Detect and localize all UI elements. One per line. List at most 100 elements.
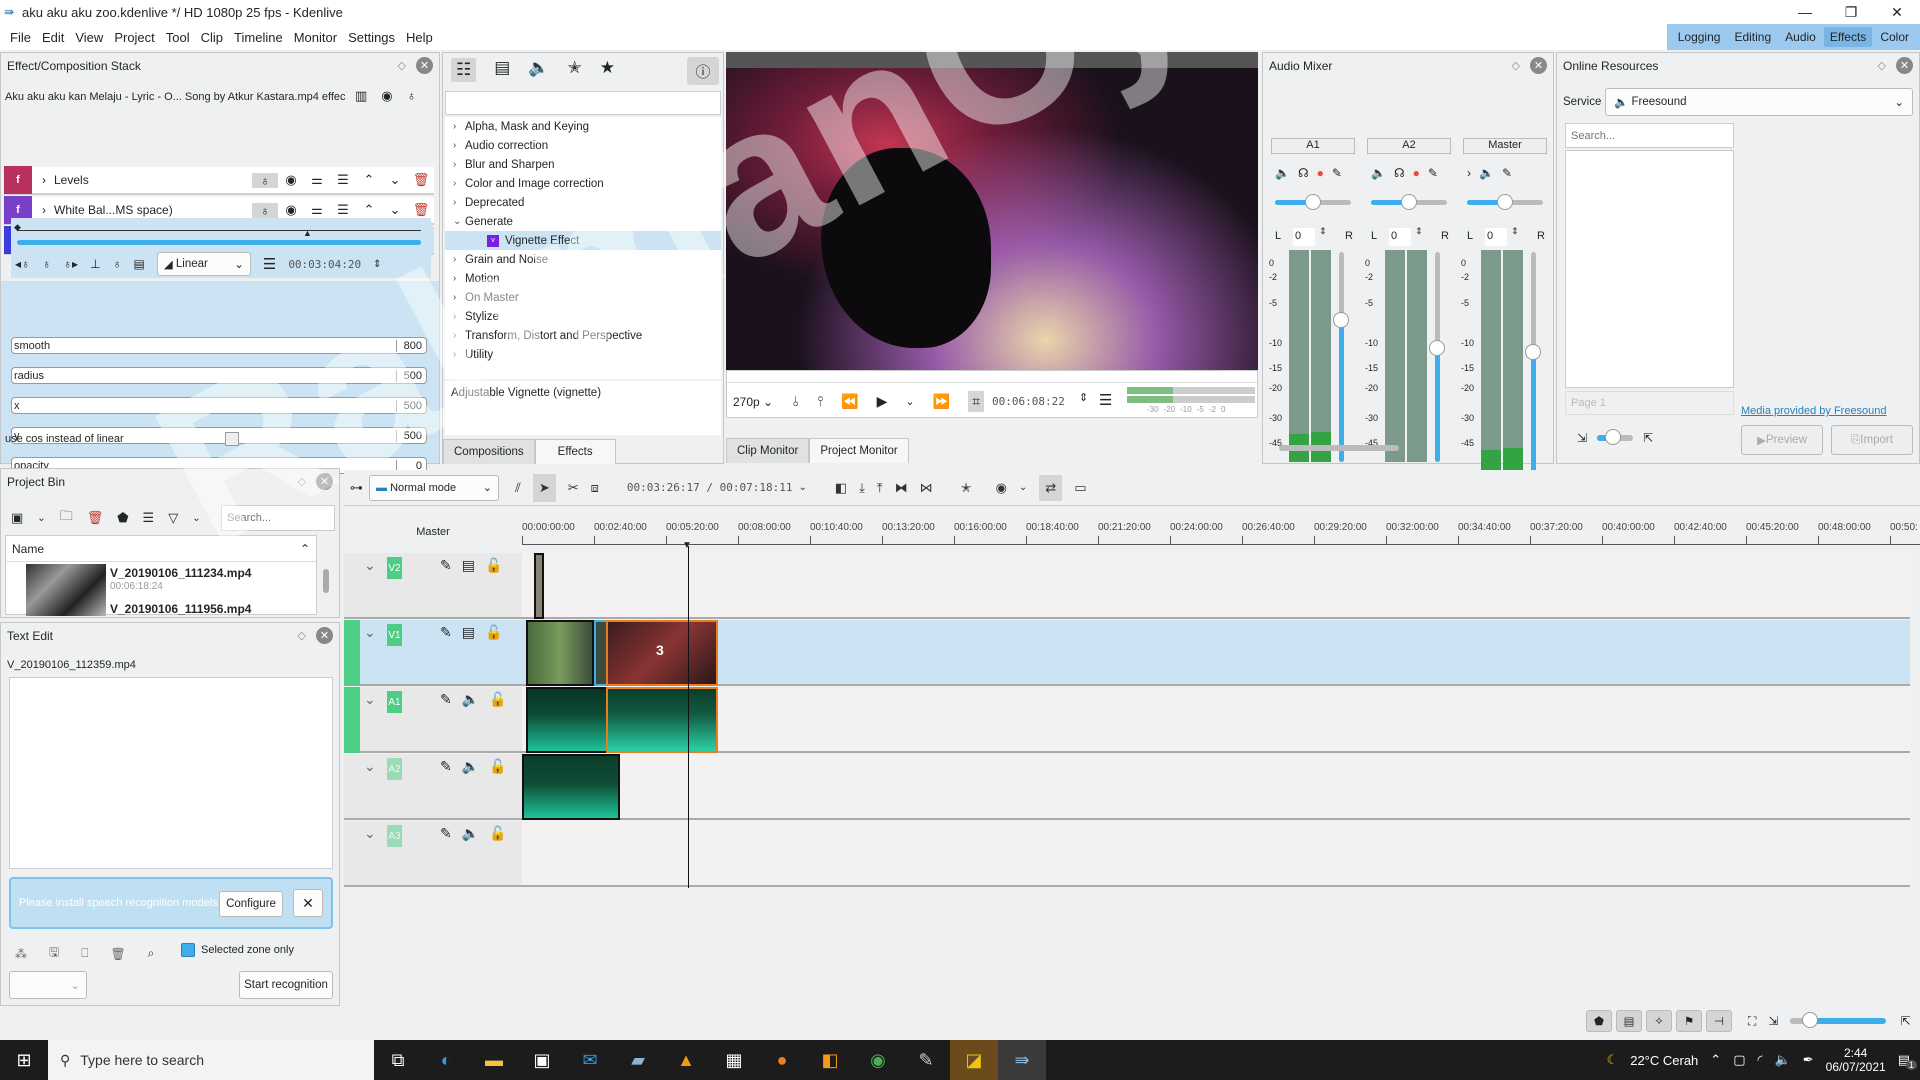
freesound-link[interactable]: Media provided by Freesound xyxy=(1741,405,1887,417)
chevron-right-icon[interactable]: › xyxy=(42,203,46,217)
hide-track-icon[interactable]: ▤ xyxy=(462,557,475,574)
param-slider-radius[interactable]: radius 500 xyxy=(11,367,427,384)
spacer-tool-icon[interactable]: ⧈ xyxy=(591,480,599,496)
model-select[interactable]: ⌄ xyxy=(9,971,87,999)
keyframe-toggle-icon[interactable]: ♁ xyxy=(252,172,278,188)
play-icon[interactable]: ▶ xyxy=(877,393,888,410)
kdenlive-taskbar-icon[interactable]: ⇛ xyxy=(998,1040,1046,1080)
lock-icon[interactable]: 🔓 xyxy=(485,624,502,641)
calendar-icon[interactable]: ▦ xyxy=(710,1040,758,1080)
track-header[interactable]: ⌄ V2 ✎ ▤ 🔓 xyxy=(344,553,522,619)
close-panel-icon[interactable]: ✕ xyxy=(316,473,333,490)
track-effects-icon[interactable]: ✎ xyxy=(440,691,452,708)
effect-category[interactable]: › Alpha, Mask and Keying xyxy=(445,117,721,136)
add-clip-menu-icon[interactable]: ⌄ xyxy=(37,513,45,524)
collapse-track-icon[interactable]: ⌄ xyxy=(364,691,376,708)
effect-category[interactable]: › Transform, Distort and Perspective xyxy=(445,326,721,345)
menu-icon[interactable]: ☰ xyxy=(330,202,356,218)
forward-icon[interactable]: ⏩ xyxy=(933,393,950,410)
thumbnail-toggle-icon[interactable]: ▤ xyxy=(1616,1010,1642,1032)
record-icon[interactable]: ◉ xyxy=(996,480,1007,496)
track-lane[interactable] xyxy=(522,754,1910,820)
track-settings-icon[interactable]: ⊶ xyxy=(350,480,363,496)
master-label[interactable]: Master xyxy=(344,518,522,546)
zoom-in-icon[interactable]: ⇱ xyxy=(1643,431,1653,445)
preview-button[interactable]: ▶ Preview xyxy=(1741,425,1823,455)
record-icon[interactable]: ● xyxy=(1413,166,1420,180)
float-icon[interactable]: ◇ xyxy=(298,629,306,642)
track-lane[interactable] xyxy=(522,620,1910,686)
adjust-icon[interactable]: ⚌ xyxy=(304,172,330,188)
effect-category[interactable]: › Color and Image correction xyxy=(445,174,721,193)
float-icon[interactable]: ◇ xyxy=(1512,59,1520,72)
tag-filter-icon[interactable]: ⬟ xyxy=(1586,1010,1612,1032)
track-active-indicator[interactable] xyxy=(344,620,360,686)
fader-handle[interactable] xyxy=(1429,340,1445,356)
chevron-down-icon[interactable]: ⌄ xyxy=(453,216,465,227)
close-panel-icon[interactable]: ✕ xyxy=(1896,57,1913,74)
start-recognition-button[interactable]: Start recognition xyxy=(239,971,333,999)
track-effects-icon[interactable]: ✎ xyxy=(440,624,452,641)
volume-icon[interactable]: 🔈 xyxy=(1775,1052,1791,1068)
thumbnail-size-slider[interactable] xyxy=(1597,429,1634,445)
wifi-icon[interactable]: ◜ xyxy=(1758,1052,1763,1068)
layout-color[interactable]: Color xyxy=(1874,27,1915,47)
playhead-handle-icon[interactable]: ▼ xyxy=(682,540,692,551)
monitor-timecode[interactable]: 00:06:08:22 xyxy=(992,395,1065,408)
menu-project[interactable]: Project xyxy=(114,30,154,45)
close-panel-icon[interactable]: ✕ xyxy=(316,627,333,644)
float-icon[interactable]: ◇ xyxy=(398,59,406,72)
extract-icon[interactable]: ⧓ xyxy=(895,480,908,496)
delete-effect-icon[interactable]: 🗑 xyxy=(408,202,434,218)
mute-icon[interactable]: 🔈 xyxy=(1275,166,1290,180)
speaker-split-icon[interactable]: ⁂ xyxy=(15,947,27,961)
effects-icon[interactable]: ✎ xyxy=(1332,166,1342,180)
file-explorer-icon[interactable]: ▬ xyxy=(470,1040,518,1080)
collapse-track-icon[interactable]: ⌄ xyxy=(364,825,376,842)
monitor-ruler[interactable] xyxy=(727,375,1259,383)
lock-icon[interactable]: 🔓 xyxy=(489,691,506,708)
paint-icon[interactable]: ✎ xyxy=(902,1040,950,1080)
vlc-icon[interactable]: ▲ xyxy=(662,1040,710,1080)
record-icon[interactable]: ● xyxy=(1317,166,1324,180)
mail-icon[interactable]: ✉ xyxy=(566,1040,614,1080)
lift-icon[interactable]: ⋈ xyxy=(920,480,933,496)
save-icon[interactable]: 🖫 xyxy=(49,943,59,964)
effect-category[interactable]: › Utility xyxy=(445,345,721,364)
next-keyframe-icon[interactable]: ♁▸ xyxy=(63,257,78,271)
track-header[interactable]: ⌄ A2 ✎ 🔈 🔓 xyxy=(344,754,522,820)
chevron-right-icon[interactable]: › xyxy=(453,159,465,170)
tab-clip-monitor[interactable]: Clip Monitor xyxy=(726,438,810,463)
rewind-icon[interactable]: ⏪ xyxy=(841,393,858,410)
keyframe-ruler[interactable] xyxy=(17,230,421,231)
waveform-toggle-icon[interactable]: ⟡ xyxy=(1646,1010,1672,1032)
search-icon[interactable]: ⌕ xyxy=(148,946,155,961)
chevron-right-icon[interactable]: › xyxy=(453,330,465,341)
eye-icon[interactable]: ◉ xyxy=(381,88,392,104)
info-icon[interactable]: ⓘ xyxy=(687,57,719,85)
pan-slider[interactable] xyxy=(1275,194,1351,210)
crop-icon[interactable]: ⌗ xyxy=(968,391,984,412)
keyframe-marker[interactable]: ◆ xyxy=(14,222,21,233)
cos-checkbox[interactable] xyxy=(225,432,239,446)
close-button[interactable]: ✕ xyxy=(1874,0,1920,24)
menu-edit[interactable]: Edit xyxy=(42,30,64,45)
param-value[interactable]: 500 xyxy=(396,369,426,382)
add-keyframe-icon[interactable]: ♁ xyxy=(42,257,51,271)
fader-handle[interactable] xyxy=(1333,312,1349,328)
lock-icon[interactable]: 🔓 xyxy=(489,825,506,842)
balance-value[interactable]: 0 xyxy=(1389,228,1411,246)
resource-search-input[interactable] xyxy=(1565,123,1734,148)
mixer-scrollbar[interactable] xyxy=(1279,445,1399,451)
param-value[interactable]: 500 xyxy=(396,429,426,442)
store-icon[interactable]: ▣ xyxy=(518,1040,566,1080)
align-icon[interactable]: ⊥ xyxy=(90,257,100,271)
notepad-icon[interactable]: ▰ xyxy=(614,1040,662,1080)
effects-icon[interactable]: ✎ xyxy=(1502,166,1512,180)
results-list[interactable] xyxy=(1565,150,1734,388)
lock-icon[interactable]: 🔓 xyxy=(489,758,506,775)
solo-headphones-icon[interactable]: ☊ xyxy=(1298,166,1309,180)
clipboard-icon[interactable]: ▤ xyxy=(134,257,145,271)
meet-now-icon[interactable]: ▢ xyxy=(1733,1052,1745,1068)
set-in-icon[interactable]: ⫰ xyxy=(793,393,799,410)
